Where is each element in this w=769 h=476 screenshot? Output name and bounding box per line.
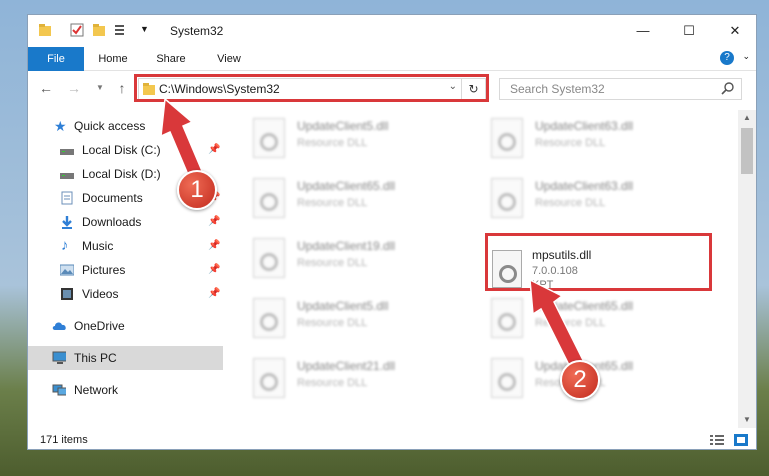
- step-badge-1: 1: [177, 170, 217, 210]
- arrow-to-file: [529, 278, 585, 371]
- annotation-arrows: [160, 97, 585, 371]
- step-badge-2: 2: [560, 360, 600, 400]
